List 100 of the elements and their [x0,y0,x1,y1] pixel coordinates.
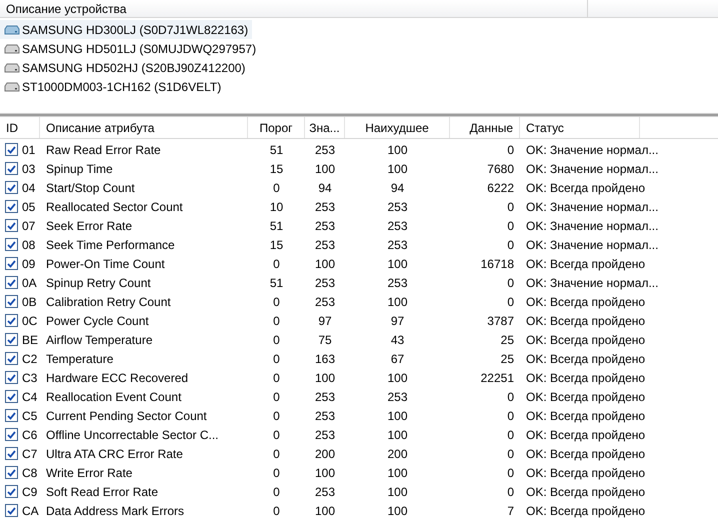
checkbox[interactable] [5,200,18,213]
checkmark-icon [7,392,16,400]
table-cell-text: 0 [507,426,514,444]
device-item[interactable]: SAMSUNG HD300LJ (S0D7J1WL822163) [0,20,252,39]
table-cell-text: 100 [314,256,336,272]
checkmark-icon [7,450,16,458]
table-cell-text: 100 [314,160,336,178]
table-cell-text: 253 [314,198,336,216]
table-cell-text: 200 [387,446,408,462]
hard-drive-icon [4,62,20,72]
checkbox[interactable] [5,276,18,289]
table-cell-text: 253 [314,236,336,254]
table-cell-text: 0 [507,446,514,462]
checkbox[interactable] [5,162,18,175]
checkbox[interactable] [5,238,18,251]
column-header[interactable]: Порог [248,117,305,138]
table-cell-text: 163 [314,350,336,368]
checkmark-icon [7,164,16,172]
checkbox[interactable] [5,390,18,403]
checkbox[interactable] [5,371,18,384]
table-cell-text: 253 [387,236,408,254]
table-cell: OK: Всегда пройдено [526,314,646,328]
checkbox[interactable] [5,219,18,232]
table-cell-text: 253 [314,274,336,292]
table-cell-text: 253 [314,388,336,406]
table-cell-text: 51 [270,142,284,158]
table-cell-text: 67 [390,350,404,368]
table-cell-text: BE [22,332,38,348]
checkbox[interactable] [5,314,18,327]
checkmark-icon [7,506,16,514]
checkbox[interactable] [5,143,18,156]
checkbox[interactable] [5,333,18,346]
checkbox[interactable] [5,485,18,498]
checkmark-icon [7,336,16,344]
table-cell-text: 100 [314,370,336,386]
table-cell-text: 253 [314,218,336,234]
table-cell-text: 253 [314,408,336,424]
table-cell-text: 0 [507,464,514,482]
table-cell-text: 100 [387,160,408,178]
checkbox[interactable] [5,447,18,460]
device-item[interactable]: SAMSUNG HD502HJ (S20BJ90Z412200) [0,58,250,77]
table-cell-text: 0 [507,218,514,234]
table-cell-text: 253 [387,198,408,216]
table-cell: OK: Всегда пройдено [526,466,646,480]
checkmark-icon [7,298,16,306]
table-cell: OK: Всегда пройдено [526,428,646,442]
table-cell-text: 200 [314,446,336,462]
table-cell: OK: Всегда пройдено [526,294,646,308]
table-cell: OK: Значение нормал... [526,200,658,214]
table-cell: OK: Всегда пройдено [526,256,646,270]
table-cell: OK: Всегда пройдено [526,446,646,460]
table-cell-text: C4 [22,388,38,406]
device-item[interactable]: ST1000DM003-1CH162 (S1D6VELT) [0,77,226,96]
column-header[interactable]: Данные [450,117,520,138]
table-cell: OK: Значение нормал... [526,218,658,232]
checkbox[interactable] [5,257,18,270]
table-cell-text: 0 [273,180,280,196]
table-cell: Write Error Rate [46,466,132,480]
table-cell-text: 0 [273,484,280,500]
table-cell-text: 253 [387,218,408,234]
checkbox[interactable] [5,504,18,517]
table-cell-text: 01 [22,142,36,158]
table-cell-text: 253 [387,388,408,406]
hard-drive-icon [4,82,20,92]
table-cell: Offline Uncorrectable Sector C... [46,428,219,442]
table-cell-text: 0 [273,312,280,330]
column-header[interactable]: ID [0,117,40,138]
table-cell: Data Address Mark Errors [46,504,184,518]
table-cell-text: 7680 [487,160,514,178]
table-cell: OK: Значение нормал... [526,142,658,156]
table-cell-text: 15 [270,160,284,178]
table-cell-text: 253 [314,426,336,444]
table-cell-text: 08 [22,236,36,254]
hard-drive-icon [4,44,20,54]
table-cell-text: 0 [507,408,514,424]
table-cell: Seek Error Rate [46,218,132,232]
table-cell-text: 100 [314,464,336,482]
checkbox[interactable] [5,352,18,365]
column-header[interactable]: Статус [520,117,640,138]
checkmark-icon [7,146,16,154]
checkbox[interactable] [5,409,18,422]
table-cell: Ultra ATA CRC Error Rate [46,446,183,460]
table-cell-text: 100 [387,484,408,500]
table-cell-text: 0 [507,484,514,500]
checkbox[interactable] [5,181,18,194]
table-cell-text: C3 [22,370,38,386]
checkbox[interactable] [5,295,18,308]
table-cell-text: 0C [22,312,38,330]
device-item[interactable]: SAMSUNG HD501LJ (S0MUJDWQ297957) [0,39,260,58]
checkbox[interactable] [5,428,18,441]
column-header[interactable]: Наихудшее [345,117,450,138]
table-cell: Power-On Time Count [46,256,165,270]
checkbox[interactable] [5,466,18,479]
checkmark-icon [7,184,16,192]
column-header[interactable]: Зна... [305,117,345,138]
table-cell-text: 05 [22,198,36,216]
table-cell-text: C5 [22,408,38,424]
column-header[interactable]: Описание атрибута [40,117,248,138]
table-cell-text: 7 [507,502,514,520]
table-cell-text: 51 [270,274,284,292]
